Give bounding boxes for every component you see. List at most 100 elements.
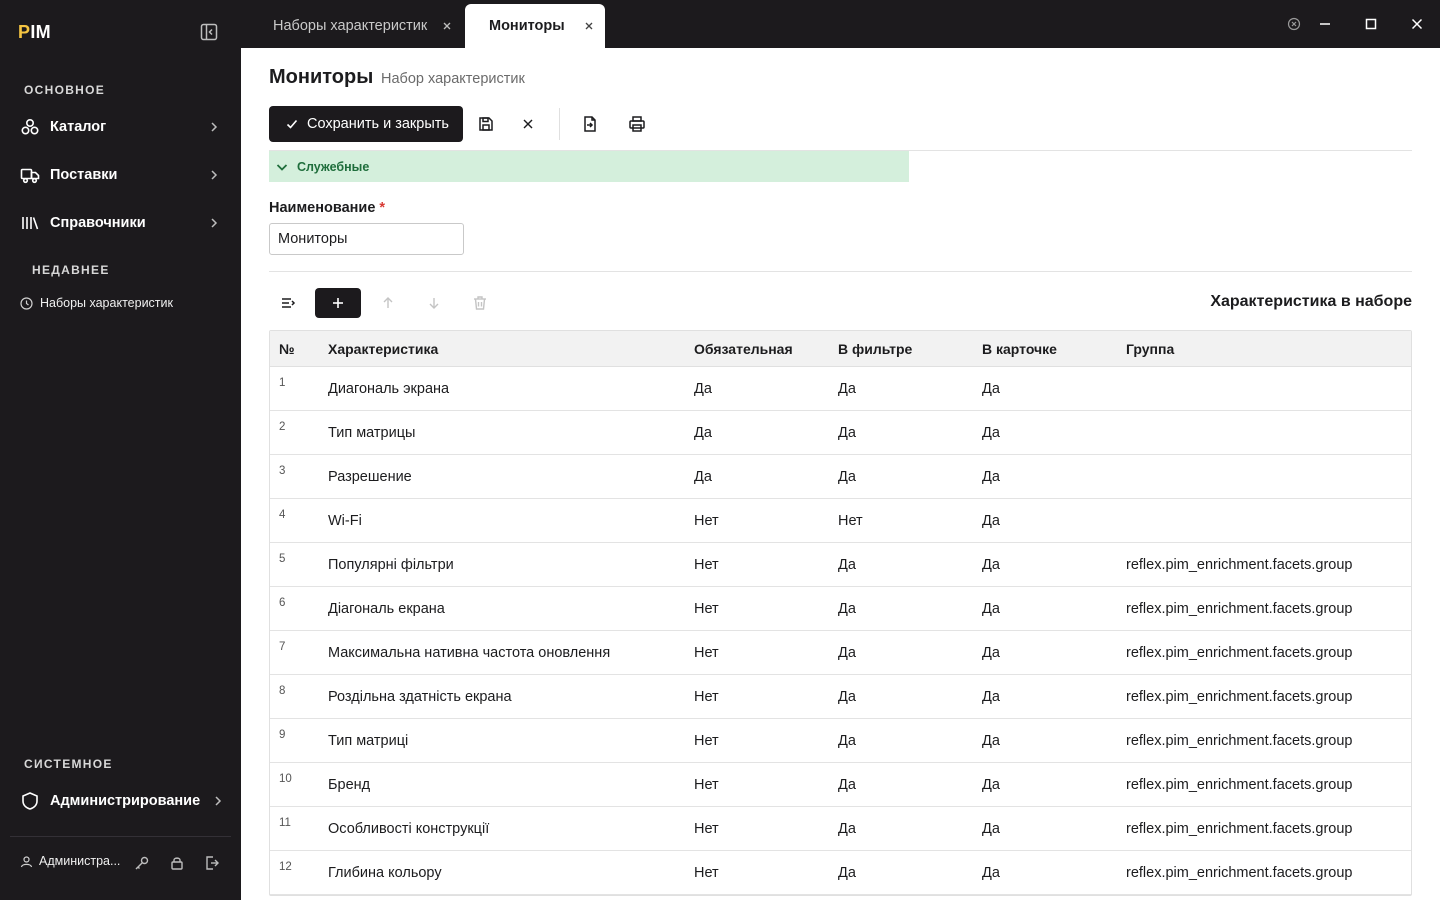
table-row[interactable]: 7 Максимальна нативна частота оновлення Не… (270, 631, 1411, 675)
add-row-button[interactable] (315, 288, 361, 318)
cell-group: reflex.pim_enrichment.facets.group (1126, 732, 1353, 749)
table-row[interactable]: 11 Особливості конструкції Нет Да Да reflex.p… (270, 807, 1411, 851)
column-header-in-card[interactable]: В карточке (982, 341, 1126, 357)
tab-characteristic-sets[interactable]: Наборы характеристик (253, 4, 473, 48)
cell-required: Нет (694, 556, 719, 573)
characteristics-table: № Характеристика Обязательная В фильтре … (269, 330, 1412, 896)
cell-in-filter: Да (838, 776, 856, 793)
chevron-right-icon (207, 168, 221, 182)
maximize-icon[interactable] (1363, 16, 1379, 32)
column-header-group[interactable]: Группа (1126, 341, 1411, 357)
table-row[interactable]: 10 Бренд Нет Да Да reflex.pim_enrichment.face… (270, 763, 1411, 807)
column-header-in-filter[interactable]: В фильтре (838, 341, 982, 357)
user-profile[interactable]: Администра... (20, 854, 123, 868)
cell-characteristic: Особливості конструкції (328, 820, 490, 837)
divider (269, 271, 1412, 272)
cell-required: Да (694, 380, 712, 397)
cell-characteristic: Максимальна нативна частота оновлення (328, 644, 611, 661)
cell-characteristic: Wi-Fi (328, 512, 362, 529)
sidebar-item-label: Администрирование (50, 793, 201, 809)
table-row[interactable]: 1 Диагональ экрана Да Да Да (270, 367, 1411, 411)
cell-in-card: Да (982, 644, 1000, 661)
table-row[interactable]: 12 Глибина кольору Нет Да Да reflex.pim_enric… (270, 851, 1411, 895)
save-icon[interactable] (476, 114, 496, 134)
table-row[interactable]: 8 Роздільна здатність екрана Нет Да Да reflex… (270, 675, 1411, 719)
export-icon[interactable] (580, 114, 600, 134)
truck-icon (20, 165, 40, 185)
cell-in-card: Да (982, 820, 1000, 837)
name-input[interactable] (269, 223, 464, 255)
chevron-right-icon (207, 216, 221, 230)
cell-characteristic: Тип матриці (328, 732, 409, 749)
section-label-main: ОСНОВНОЕ (24, 83, 106, 97)
sidebar: PIM ОСНОВНОЕ Каталог Поставки Справочник… (0, 0, 241, 900)
user-icon (20, 855, 33, 868)
cell-group: reflex.pim_enrichment.facets.group (1126, 688, 1353, 705)
cell-group: reflex.pim_enrichment.facets.group (1126, 556, 1353, 573)
tab-monitors[interactable]: Мониторы (465, 4, 605, 48)
sidebar-item-references[interactable]: Справочники (0, 203, 241, 243)
print-icon[interactable] (627, 114, 647, 134)
key-icon[interactable] (134, 855, 152, 873)
sidebar-item-administration[interactable]: Администрирование (0, 781, 241, 821)
cell-characteristic: Бренд (328, 776, 371, 793)
table-row[interactable]: 2 Тип матрицы Да Да Да (270, 411, 1411, 455)
column-header-number[interactable]: № (270, 341, 328, 357)
cell-in-filter: Да (838, 864, 856, 881)
cell-required: Да (694, 468, 712, 485)
save-and-close-label: Сохранить и закрыть (307, 116, 449, 132)
cell-required: Нет (694, 688, 719, 705)
cell-characteristic: Тип матрицы (328, 424, 416, 441)
sidebar-item-catalog[interactable]: Каталог (0, 107, 241, 147)
cell-number: 4 (279, 509, 286, 521)
cell-in-filter: Да (838, 424, 856, 441)
minimize-icon[interactable] (1317, 16, 1333, 32)
cell-required: Нет (694, 864, 719, 881)
cell-required: Нет (694, 644, 719, 661)
table-header: № Характеристика Обязательная В фильтре … (270, 331, 1411, 367)
table-row[interactable]: 4 Wi-Fi Нет Нет Да (270, 499, 1411, 543)
chevron-down-icon (275, 160, 289, 174)
sidebar-divider (10, 836, 231, 837)
column-header-required[interactable]: Обязательная (694, 341, 838, 357)
cell-in-card: Да (982, 424, 1000, 441)
cell-characteristic: Популярні фільтри (328, 556, 454, 573)
close-tab-icon[interactable] (583, 20, 595, 32)
group-label: Служебные (297, 159, 370, 174)
sidebar-collapse-icon[interactable] (200, 23, 222, 43)
logout-icon[interactable] (204, 855, 222, 873)
table-row[interactable]: 6 Діагональ екрана Нет Да Да reflex.pim_enric… (270, 587, 1411, 631)
arrow-down-icon[interactable] (424, 293, 444, 313)
table-row[interactable]: 3 Разрешение Да Да Да (270, 455, 1411, 499)
cell-required: Нет (694, 776, 719, 793)
cell-in-card: Да (982, 468, 1000, 485)
recent-item-characteristic-sets[interactable]: Наборы характеристик (20, 296, 173, 310)
lock-icon[interactable] (169, 855, 187, 873)
window-close-icon[interactable] (1409, 16, 1425, 32)
list-menu-icon[interactable] (278, 293, 298, 313)
tab-label: Мониторы (489, 18, 565, 34)
group-service-toggle[interactable]: Служебные (269, 151, 909, 182)
plus-icon (331, 296, 345, 310)
cell-in-card: Да (982, 688, 1000, 705)
sidebar-item-label: Справочники (50, 215, 146, 231)
close-tab-icon[interactable] (441, 20, 453, 32)
sidebar-item-deliveries[interactable]: Поставки (0, 155, 241, 195)
chevron-right-icon (211, 794, 225, 808)
cell-in-filter: Нет (838, 512, 863, 529)
table-row[interactable]: 9 Тип матриці Нет Да Да reflex.pim_enrichment… (270, 719, 1411, 763)
cancel-icon[interactable] (518, 114, 538, 134)
save-and-close-button[interactable]: Сохранить и закрыть (269, 106, 463, 142)
cell-characteristic: Диагональ экрана (328, 380, 450, 397)
trash-icon[interactable] (470, 293, 490, 313)
arrow-up-icon[interactable] (378, 293, 398, 313)
cell-in-card: Да (982, 556, 1000, 573)
table-row[interactable]: 5 Популярні фільтри Нет Да Да reflex.pim_enri… (270, 543, 1411, 587)
cell-in-card: Да (982, 864, 1000, 881)
cell-required: Нет (694, 732, 719, 749)
cell-group: reflex.pim_enrichment.facets.group (1126, 644, 1353, 661)
close-circle-icon[interactable] (1286, 16, 1302, 32)
column-header-characteristic[interactable]: Характеристика (328, 341, 694, 357)
cell-group: reflex.pim_enrichment.facets.group (1126, 820, 1353, 837)
app-logo[interactable]: PIM (18, 22, 51, 43)
